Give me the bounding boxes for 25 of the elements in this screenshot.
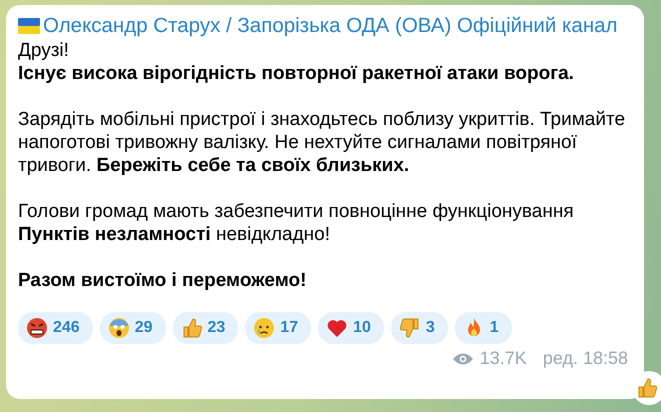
channel-name[interactable]: Олександр Старух / Запорізька ОДА (ОВА) Офіційний канал	[43, 13, 618, 39]
message-text: Існує висока вірогідність повторної ракетної атаки ворога.	[18, 62, 575, 85]
thumbs-down-icon	[398, 317, 421, 339]
reaction-button[interactable]: 3	[390, 312, 448, 344]
reaction-button[interactable]: 29	[100, 312, 166, 344]
thumbs-up-icon	[180, 317, 202, 339]
message-text: Зарядіть мобільні пристрої і знаходьтесь поблизу укриттів. Тримайте напоготові тривожну валізку. Не нехтуйте сигналами повітряної тривоги. Бережіть себе та своїх близьких.	[18, 108, 626, 177]
thumbs-up-icon	[636, 377, 658, 399]
view-count: 13.7K	[480, 348, 527, 369]
edited-time: ред. 18:58	[542, 348, 628, 369]
reaction-button[interactable]: 17	[245, 312, 312, 344]
reaction-button[interactable]: 1	[454, 312, 512, 344]
reaction-button[interactable]: 23	[172, 312, 238, 344]
heart-icon	[326, 317, 348, 339]
message-text: Разом вистоїмо і переможемо!	[18, 269, 308, 292]
screaming-face-icon	[108, 317, 130, 339]
reaction-button[interactable]: 246	[18, 312, 93, 344]
crying-face-icon	[253, 317, 276, 339]
eye-icon	[452, 352, 474, 366]
reaction-shortcut-button[interactable]	[632, 371, 661, 405]
message-text: Голови громад мають забезпечити повноцінне функціонування Пунктів незламності невідкладно!	[18, 200, 575, 246]
flag-icon	[18, 18, 40, 34]
angry-face-icon	[26, 317, 48, 339]
message-text: Друзі!	[18, 39, 70, 62]
reaction-button[interactable]: 10	[318, 312, 384, 344]
